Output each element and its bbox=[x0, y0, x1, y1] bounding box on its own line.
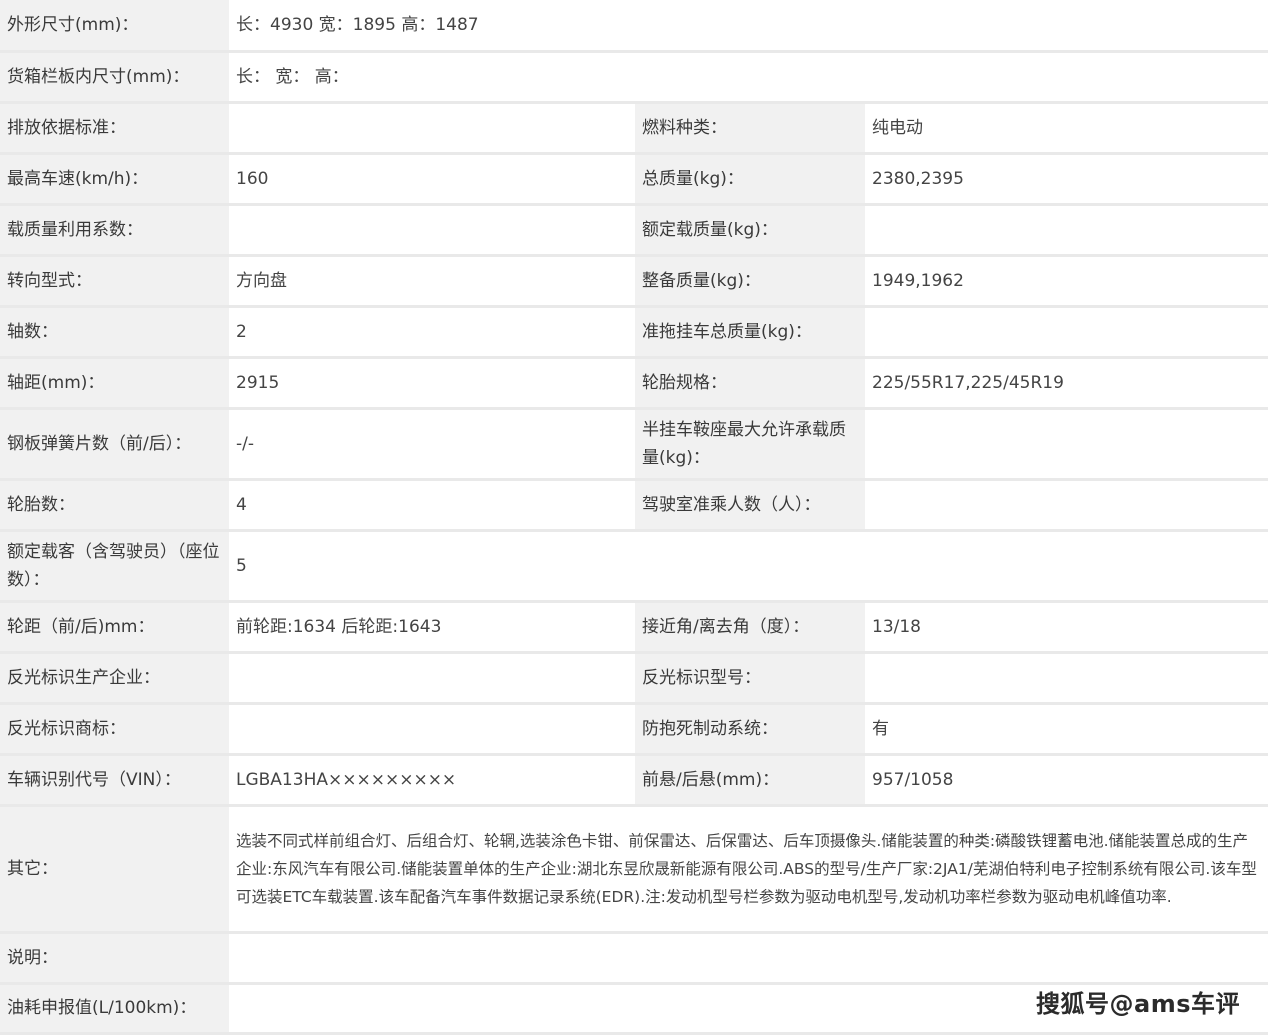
spec-value bbox=[229, 102, 635, 155]
spec-value bbox=[865, 306, 1268, 359]
spec-label: 油耗申报值(L/100km)： bbox=[0, 983, 229, 1035]
spec-label: 整备质量(kg)： bbox=[635, 255, 865, 308]
spec-value: 2380,2395 bbox=[865, 153, 1268, 206]
spec-row: 反光标识商标： 防抱死制动系统： 有 bbox=[0, 703, 1268, 756]
spec-label: 转向型式： bbox=[0, 255, 229, 308]
spec-value bbox=[865, 204, 1268, 257]
spec-row: 排放依据标准： 燃料种类： 纯电动 bbox=[0, 102, 1268, 155]
spec-value: 5 bbox=[229, 530, 1268, 603]
spec-row: 最高车速(km/h)： 160 总质量(kg)： 2380,2395 bbox=[0, 153, 1268, 206]
spec-label: 反光标识型号： bbox=[635, 652, 865, 705]
spec-label: 驾驶室准乘人数（人）： bbox=[635, 479, 865, 532]
spec-label: 燃料种类： bbox=[635, 102, 865, 155]
watermark: 搜狐号@ams车评 bbox=[1036, 990, 1240, 1018]
spec-label: 总质量(kg)： bbox=[635, 153, 865, 206]
spec-value bbox=[865, 652, 1268, 705]
spec-label: 半挂车鞍座最大允许承载质量(kg)： bbox=[635, 408, 865, 481]
spec-label: 最高车速(km/h)： bbox=[0, 153, 229, 206]
spec-value: LGBA13HA××××××××× bbox=[229, 754, 635, 807]
spec-row: 轮胎数： 4 驾驶室准乘人数（人）： bbox=[0, 479, 1268, 532]
spec-label: 轮胎数： bbox=[0, 479, 229, 532]
spec-row: 其它： 选装不同式样前组合灯、后组合灯、轮辋,选装涂色卡钳、前保雷达、后保雷达、… bbox=[0, 805, 1268, 934]
spec-label: 轴距(mm)： bbox=[0, 357, 229, 410]
spec-value bbox=[229, 932, 1268, 985]
spec-label: 货箱栏板内尺寸(mm)： bbox=[0, 51, 229, 104]
spec-value: -/- bbox=[229, 408, 635, 481]
spec-value: 前轮距:1634 后轮距:1643 bbox=[229, 601, 635, 654]
spec-value: 长： 宽： 高： bbox=[229, 51, 1268, 104]
spec-label: 额定载质量(kg)： bbox=[635, 204, 865, 257]
spec-row: 轴数： 2 准拖挂车总质量(kg)： bbox=[0, 306, 1268, 359]
spec-label: 反光标识生产企业： bbox=[0, 652, 229, 705]
spec-value bbox=[229, 204, 635, 257]
spec-value bbox=[865, 408, 1268, 481]
spec-row: 轴距(mm)： 2915 轮胎规格： 225/55R17,225/45R19 bbox=[0, 357, 1268, 410]
spec-value: 2915 bbox=[229, 357, 635, 410]
spec-row: 额定载客（含驾驶员）（座位数）： 5 bbox=[0, 530, 1268, 603]
spec-label: 载质量利用系数： bbox=[0, 204, 229, 257]
spec-value: 1949,1962 bbox=[865, 255, 1268, 308]
spec-label: 钢板弹簧片数（前/后）： bbox=[0, 408, 229, 481]
spec-label: 其它： bbox=[0, 805, 229, 934]
spec-row: 转向型式： 方向盘 整备质量(kg)： 1949,1962 bbox=[0, 255, 1268, 308]
vehicle-spec-table: 外形尺寸(mm)： 长：4930 宽：1895 高：1487 货箱栏板内尺寸(m… bbox=[0, 0, 1268, 1035]
spec-value: 长：4930 宽：1895 高：1487 bbox=[229, 0, 1268, 53]
spec-label: 轮距（前/后)mm： bbox=[0, 601, 229, 654]
spec-value bbox=[865, 479, 1268, 532]
spec-label: 排放依据标准： bbox=[0, 102, 229, 155]
spec-label: 前悬/后悬(mm)： bbox=[635, 754, 865, 807]
spec-label: 额定载客（含驾驶员）（座位数）： bbox=[0, 530, 229, 603]
spec-label: 轴数： bbox=[0, 306, 229, 359]
spec-label: 反光标识商标： bbox=[0, 703, 229, 756]
spec-row: 车辆识别代号（VIN）： LGBA13HA××××××××× 前悬/后悬(mm)… bbox=[0, 754, 1268, 807]
spec-value bbox=[229, 703, 635, 756]
spec-row: 说明： bbox=[0, 932, 1268, 985]
spec-row: 钢板弹簧片数（前/后）： -/- 半挂车鞍座最大允许承载质量(kg)： bbox=[0, 408, 1268, 481]
spec-value bbox=[229, 652, 635, 705]
spec-value: 4 bbox=[229, 479, 635, 532]
spec-value: 选装不同式样前组合灯、后组合灯、轮辋,选装涂色卡钳、前保雷达、后保雷达、后车顶摄… bbox=[229, 805, 1268, 934]
spec-row: 轮距（前/后)mm： 前轮距:1634 后轮距:1643 接近角/离去角（度）：… bbox=[0, 601, 1268, 654]
spec-value: 957/1058 bbox=[865, 754, 1268, 807]
spec-value: 有 bbox=[865, 703, 1268, 756]
spec-row: 货箱栏板内尺寸(mm)： 长： 宽： 高： bbox=[0, 51, 1268, 104]
spec-value: 13/18 bbox=[865, 601, 1268, 654]
spec-value: 纯电动 bbox=[865, 102, 1268, 155]
spec-value: 160 bbox=[229, 153, 635, 206]
spec-value: 2 bbox=[229, 306, 635, 359]
spec-label: 接近角/离去角（度）： bbox=[635, 601, 865, 654]
spec-row: 载质量利用系数： 额定载质量(kg)： bbox=[0, 204, 1268, 257]
spec-label: 准拖挂车总质量(kg)： bbox=[635, 306, 865, 359]
spec-label: 外形尺寸(mm)： bbox=[0, 0, 229, 53]
spec-label: 车辆识别代号（VIN）： bbox=[0, 754, 229, 807]
spec-label: 说明： bbox=[0, 932, 229, 985]
spec-label: 防抱死制动系统： bbox=[635, 703, 865, 756]
spec-value: 方向盘 bbox=[229, 255, 635, 308]
spec-row: 反光标识生产企业： 反光标识型号： bbox=[0, 652, 1268, 705]
spec-value: 225/55R17,225/45R19 bbox=[865, 357, 1268, 410]
spec-row: 外形尺寸(mm)： 长：4930 宽：1895 高：1487 bbox=[0, 0, 1268, 53]
spec-label: 轮胎规格： bbox=[635, 357, 865, 410]
